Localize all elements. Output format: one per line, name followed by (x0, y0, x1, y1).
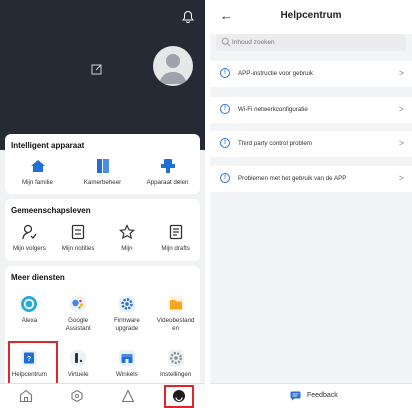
room-icon (93, 156, 113, 176)
profile-header (0, 0, 205, 150)
notes-icon (68, 222, 88, 242)
shops-item[interactable]: Winkels (103, 348, 152, 379)
help-item-app-problems[interactable]: ! Problemen met het gebruik van de APP > (210, 166, 412, 192)
item-label: Alexa (21, 317, 38, 324)
card-title: Meer diensten (11, 273, 65, 282)
room-management-item[interactable]: Kamerbeheer (70, 156, 135, 187)
card-title: Intelligent apparaat (11, 141, 85, 150)
feedback-label: Feedback (307, 392, 338, 399)
search-icon (221, 37, 231, 47)
drafts-icon (166, 222, 186, 242)
item-label: Firmware upgrade (113, 317, 140, 332)
firmware-upgrade-item[interactable]: Firmware upgrade (103, 294, 152, 333)
services-row-1: Alexa Google Assistant Firmware upgrade … (5, 294, 200, 333)
item-label: Apparaat delen (146, 179, 189, 186)
search-bar[interactable] (216, 34, 406, 51)
chevron-right-icon: > (398, 138, 404, 148)
item-label: Winkels (116, 371, 138, 378)
discover-tab[interactable] (51, 384, 102, 408)
google-assistant-item[interactable]: Google Assistant (54, 294, 103, 333)
help-center-highlight (8, 341, 58, 389)
star-icon (117, 222, 137, 242)
virtual-item[interactable]: Virtuele (54, 348, 103, 379)
settings-icon (166, 348, 186, 368)
profile-screen: Intelligent apparaat Mijn familie Kamerb… (0, 0, 205, 408)
virtual-icon (68, 348, 88, 368)
smart-tab-icon (121, 389, 135, 403)
chevron-right-icon: > (398, 173, 404, 183)
user-avatar[interactable] (153, 46, 193, 86)
share-device-icon (158, 156, 178, 176)
feedback-button[interactable]: Feedback (210, 383, 412, 408)
discover-tab-icon (71, 389, 83, 403)
help-item-label: Wi-Fi netwerkconfiguratie (238, 106, 308, 113)
chevron-right-icon: > (398, 68, 404, 78)
help-center-screen: ← Helpcentrum ! APP-instructie voor gebr… (210, 0, 412, 408)
help-item-wifi-config[interactable]: ! Wi-Fi netwerkconfiguratie > (210, 97, 412, 123)
edit-icon[interactable] (90, 62, 104, 76)
video-files-item[interactable]: Videobestand en (151, 294, 200, 333)
google-assistant-icon (68, 294, 88, 314)
my-favorites-item[interactable]: Mijn (103, 222, 152, 253)
intelligent-device-card: Intelligent apparaat Mijn familie Kamerb… (5, 134, 200, 194)
settings-item[interactable]: Instellingen (151, 348, 200, 379)
smart-tab[interactable] (103, 384, 154, 408)
help-center-header: ← Helpcentrum (210, 0, 412, 34)
home-icon (28, 156, 48, 176)
my-notes-item[interactable]: Mijn notities (54, 222, 103, 253)
info-icon: ! (220, 104, 230, 114)
info-icon: ! (220, 68, 230, 78)
person-icon (159, 54, 187, 84)
my-followers-item[interactable]: Mijn volgers (5, 222, 54, 253)
page-title: Helpcentrum (280, 10, 342, 21)
chevron-right-icon: > (398, 104, 404, 114)
item-label: Mijn (121, 245, 133, 252)
alexa-icon (19, 294, 39, 314)
card-title: Gemeenschapsleven (11, 206, 91, 215)
followers-icon (19, 222, 39, 242)
help-item-app-instructions[interactable]: ! APP-instructie voor gebruik > (210, 61, 412, 87)
my-family-item[interactable]: Mijn familie (5, 156, 70, 187)
item-label: Instellingen (159, 371, 192, 378)
feedback-icon (290, 391, 301, 401)
firmware-icon (117, 294, 137, 314)
help-item-label: Problemen met het gebruik van de APP (238, 175, 347, 182)
home-tab-icon (19, 389, 32, 403)
item-label: Google Assistant (65, 317, 91, 332)
item-label: Videobestand en (156, 317, 195, 332)
item-label: Virtuele (67, 371, 89, 378)
community-card: Gemeenschapsleven Mijn volgers Mijn noti… (5, 199, 200, 261)
intelligent-device-grid: Mijn familie Kamerbeheer Apparaat delen (5, 156, 200, 187)
home-tab[interactable] (0, 384, 51, 408)
help-item-third-party[interactable]: ! Third party control problem > (210, 131, 412, 157)
community-grid: Mijn volgers Mijn notities Mijn Mijn dra… (5, 222, 200, 253)
item-label: Mijn drafts (161, 245, 190, 252)
alexa-item[interactable]: Alexa (5, 294, 54, 333)
bell-icon[interactable] (181, 10, 195, 24)
help-item-label: APP-instructie voor gebruik (238, 70, 313, 77)
my-drafts-item[interactable]: Mijn drafts (151, 222, 200, 253)
profile-tab-highlight (164, 385, 194, 408)
item-label: Mijn volgers (12, 245, 46, 252)
video-files-icon (166, 294, 186, 314)
search-input[interactable] (232, 34, 402, 51)
item-label: Kamerbeheer (83, 179, 122, 186)
item-label: Mijn familie (22, 179, 53, 186)
item-label: Mijn notities (61, 245, 95, 252)
info-icon: ! (220, 138, 230, 148)
share-device-item[interactable]: Apparaat delen (135, 156, 200, 187)
shop-icon (117, 348, 137, 368)
info-icon: ! (220, 173, 230, 183)
help-item-label: Third party control problem (238, 140, 312, 147)
